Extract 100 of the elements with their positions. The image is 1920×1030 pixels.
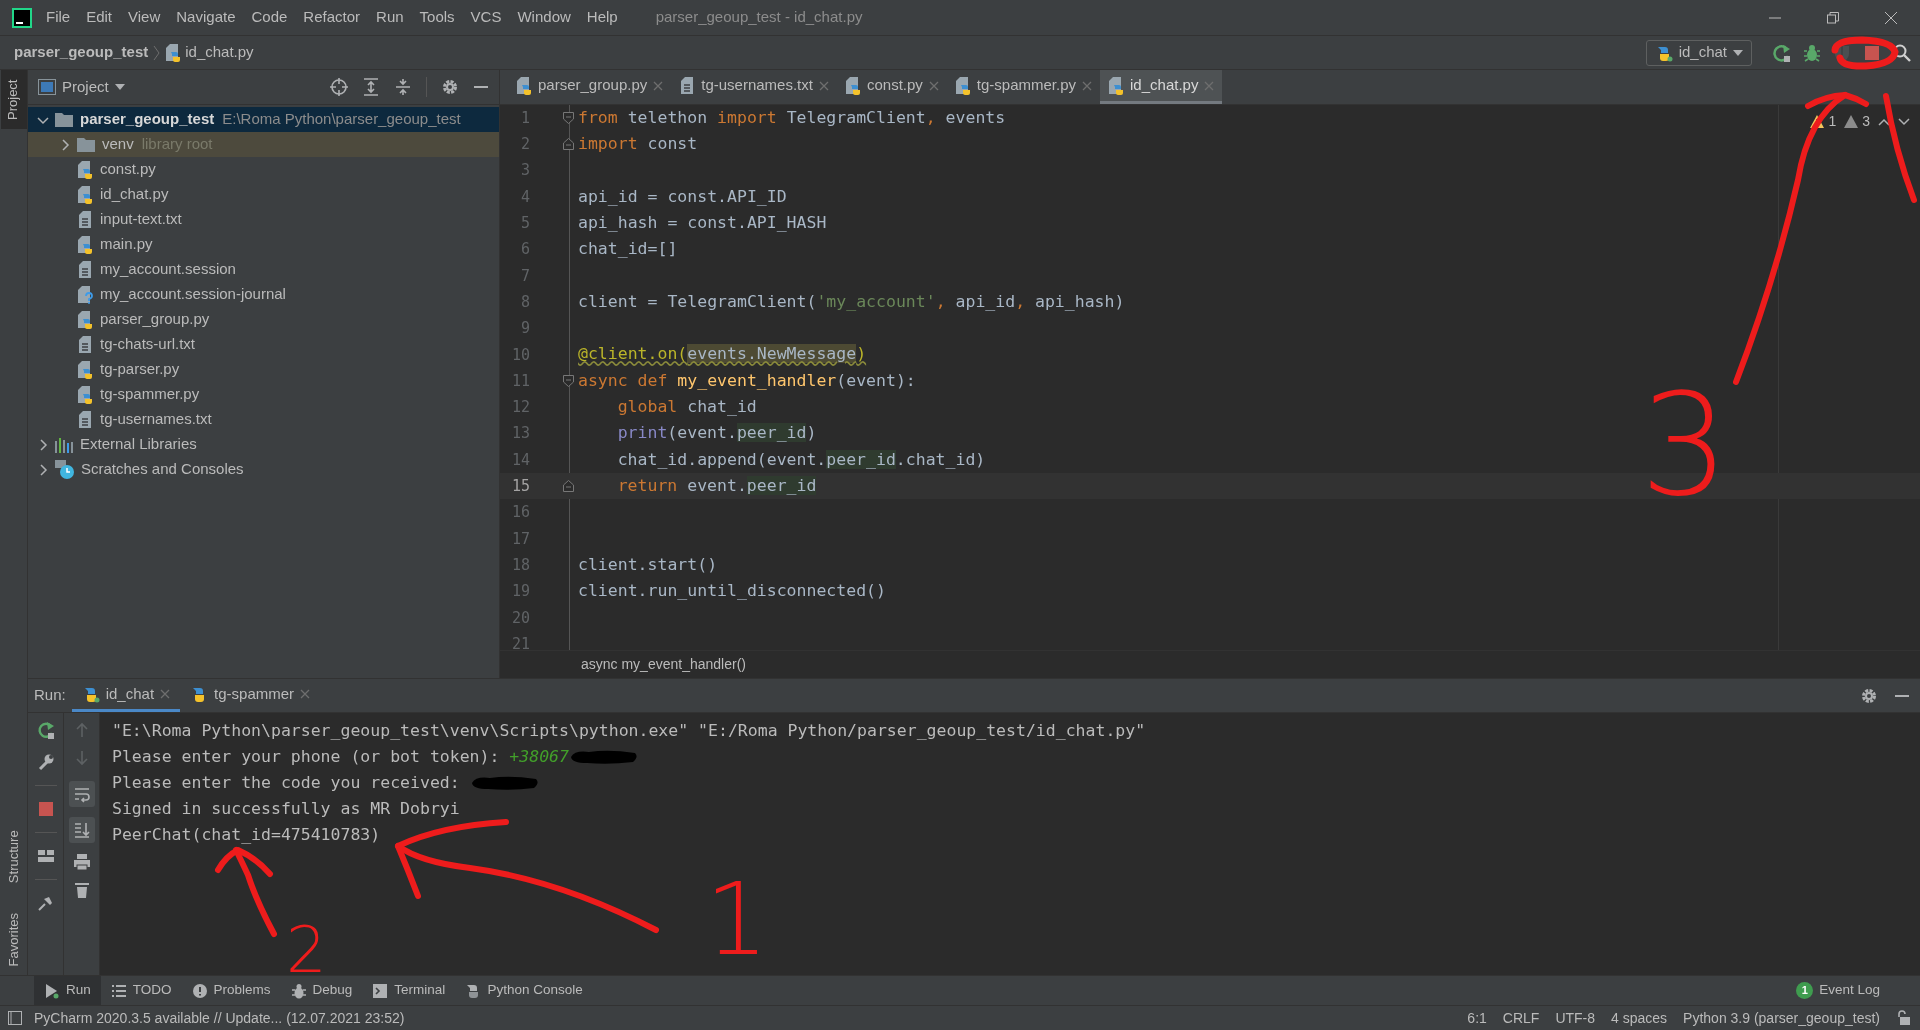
python-file-icon [165, 43, 182, 62]
close-icon[interactable] [1082, 80, 1093, 91]
tree-item[interactable]: main.py [100, 233, 153, 256]
soft-wrap-icon[interactable] [72, 785, 91, 803]
tree-item[interactable]: tg-usernames.txt [100, 408, 212, 431]
code-line: return event.peer_id [616, 474, 817, 497]
tree-item[interactable]: my_account.session [100, 258, 236, 281]
menu-item[interactable]: Refactor [295, 6, 369, 29]
tree-item[interactable]: venv [102, 133, 134, 156]
tool-window-button[interactable]: Terminal [362, 976, 456, 1005]
menu-item[interactable]: Navigate [168, 6, 244, 29]
line-number: 19 [510, 581, 530, 603]
dropdown-arrow-icon [114, 84, 125, 90]
python-file-icon [954, 76, 971, 95]
debug-bug-icon[interactable] [1802, 42, 1822, 63]
wrench-icon[interactable] [36, 753, 55, 771]
locate-target-icon[interactable] [330, 78, 348, 96]
menu-item[interactable]: Help [578, 6, 626, 29]
close-icon[interactable] [818, 80, 829, 91]
run-tab[interactable]: tg-spammer [180, 679, 321, 712]
status-item[interactable]: CRLF [1502, 1007, 1540, 1029]
fold-marker-icon[interactable] [563, 112, 574, 125]
tree-item[interactable]: tg-parser.py [100, 358, 180, 381]
tree-item[interactable]: my_account.session-journal [100, 283, 286, 306]
menu-item[interactable]: View [120, 6, 169, 29]
stop-icon[interactable] [36, 800, 55, 818]
warning-count[interactable]: 1 [1828, 111, 1837, 132]
fold-marker-icon[interactable] [563, 375, 574, 388]
code-line: client = TelegramClient('my_account', api_id, api_hash) [578, 290, 1125, 313]
editor-breadcrumb[interactable]: async my_event_handler() [581, 654, 746, 675]
editor-tab[interactable]: tg-spammer.py [946, 70, 1101, 104]
panel-toggle-icon[interactable] [8, 1011, 22, 1025]
dropdown-arrow-icon [1733, 49, 1743, 56]
editor-tab[interactable]: id_chat.py [1100, 70, 1223, 104]
tool-window-button[interactable]: Python Console [455, 976, 593, 1005]
tree-item[interactable]: tg-spammer.py [100, 383, 200, 406]
trash-icon[interactable] [72, 881, 91, 899]
line-number: 4 [519, 186, 530, 208]
menu-item[interactable]: Edit [78, 6, 121, 29]
settings-icon[interactable] [1860, 686, 1878, 705]
menu-item[interactable]: VCS [462, 6, 510, 29]
rerun-icon[interactable] [36, 721, 55, 739]
close-icon[interactable] [160, 689, 171, 699]
side-tab[interactable]: Favorites [0, 905, 27, 975]
breadcrumb-item[interactable]: id_chat.py [185, 41, 254, 64]
project-panel-icon [38, 79, 56, 95]
tree-item[interactable]: const.py [100, 158, 156, 181]
status-item[interactable]: Python 3.9 (parser_geoup_test) [1683, 1007, 1880, 1029]
menu-item[interactable]: Tools [411, 6, 463, 29]
line-number: 11 [510, 370, 530, 392]
close-icon[interactable] [928, 80, 939, 91]
collapse-all-icon[interactable] [394, 78, 412, 96]
weak-warning-count[interactable]: 3 [1862, 111, 1870, 132]
tree-item[interactable]: parser_group.py [100, 308, 210, 331]
tree-item[interactable]: parser_geoup_test [80, 108, 215, 131]
line-number: 3 [519, 160, 530, 182]
status-item[interactable]: 6:1 [1467, 1007, 1487, 1029]
tool-window-button[interactable]: Problems [181, 976, 281, 1005]
editor-tab[interactable]: parser_group.py [508, 70, 672, 104]
event-log-button[interactable]: 1 Event Log [1796, 976, 1880, 1005]
tree-item[interactable]: Scratches and Consoles [81, 458, 244, 481]
breadcrumb-item[interactable]: parser_geoup_test [14, 41, 149, 64]
tree-item[interactable]: input-text.txt [100, 208, 182, 231]
tree-item[interactable]: id_chat.py [100, 183, 169, 206]
list-icon [110, 982, 127, 999]
tool-window-button[interactable]: TODO [100, 976, 182, 1005]
close-icon[interactable] [653, 80, 664, 91]
tree-item[interactable]: External Libraries [80, 433, 197, 456]
fold-end-marker-icon[interactable] [563, 138, 574, 151]
settings-icon[interactable] [441, 78, 459, 96]
chevron-down-icon[interactable] [1898, 117, 1910, 126]
editor-tab[interactable]: const.py [836, 70, 947, 104]
menu-item[interactable]: Run [368, 6, 412, 29]
print-icon[interactable] [72, 853, 91, 871]
unlocked-icon[interactable] [1896, 1010, 1910, 1026]
rerun-icon[interactable] [1772, 42, 1792, 63]
tool-window-button[interactable]: Run [34, 976, 101, 1005]
close-icon[interactable] [300, 689, 311, 699]
project-view-dropdown[interactable]: Project [62, 75, 125, 99]
editor-tab[interactable]: tg-usernames.txt [671, 70, 837, 104]
python-file-icon [77, 185, 93, 204]
scroll-to-end-icon[interactable] [72, 821, 91, 839]
run-configuration-dropdown[interactable]: id_chat [1645, 39, 1752, 66]
weak-warning-icon [1844, 115, 1859, 128]
pin-icon[interactable] [36, 894, 55, 912]
status-item[interactable]: UTF-8 [1555, 1007, 1596, 1029]
run-label: Run: [34, 685, 66, 706]
menu-item[interactable]: Code [243, 6, 296, 29]
fold-end-marker-icon[interactable] [563, 480, 574, 493]
layout-icon[interactable] [36, 847, 55, 865]
status-message[interactable]: PyCharm 2020.3.5 available // Update... (12.07.2021 23:52) [34, 1007, 405, 1029]
side-tab[interactable]: Structure [0, 821, 27, 892]
pycharm-logo-icon [12, 7, 32, 28]
tree-item[interactable]: tg-chats-url.txt [100, 333, 196, 356]
menu-item[interactable]: File [38, 6, 79, 29]
chevron-up-icon[interactable] [1878, 117, 1890, 126]
menu-item[interactable]: Window [509, 6, 579, 29]
expand-all-icon[interactable] [362, 78, 380, 96]
side-tab[interactable]: Project [0, 70, 27, 130]
status-item[interactable]: 4 spaces [1611, 1007, 1668, 1029]
